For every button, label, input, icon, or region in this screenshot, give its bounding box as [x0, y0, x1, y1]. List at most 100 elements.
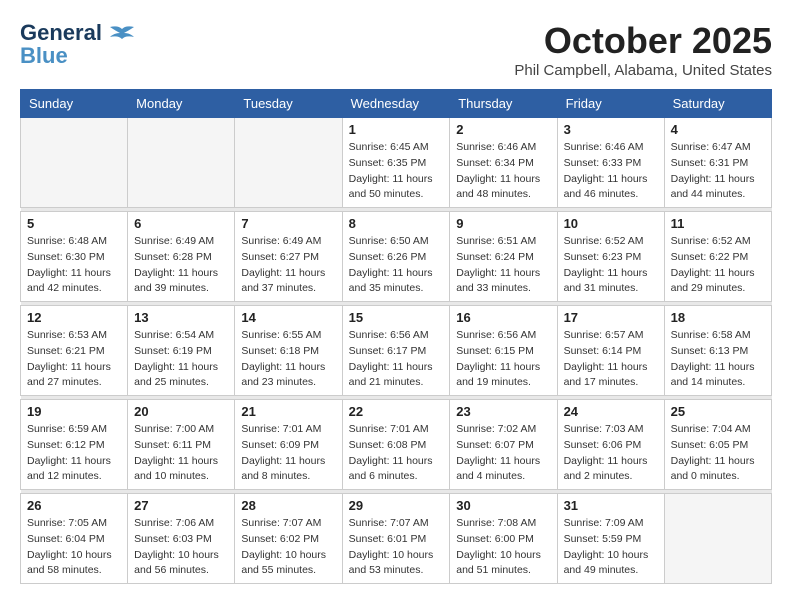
day-info: Sunrise: 7:09 AM Sunset: 5:59 PM Dayligh… — [564, 516, 658, 579]
calendar-cell: 27 Sunrise: 7:06 AM Sunset: 6:03 PM Dayli… — [128, 494, 235, 584]
day-info: Sunrise: 6:49 AM Sunset: 6:27 PM Dayligh… — [241, 234, 335, 297]
weekday-header-wednesday: Wednesday — [342, 90, 450, 118]
calendar-cell: 24 Sunrise: 7:03 AM Sunset: 6:06 PM Dayli… — [557, 400, 664, 490]
calendar-cell — [235, 118, 342, 208]
calendar-cell: 2 Sunrise: 6:46 AM Sunset: 6:34 PM Daylig… — [450, 118, 557, 208]
day-number: 6 — [134, 216, 228, 231]
day-number: 22 — [349, 404, 444, 419]
page-header: General Blue October 2025 Phil Campbell,… — [20, 20, 772, 79]
calendar-cell: 20 Sunrise: 7:00 AM Sunset: 6:11 PM Dayli… — [128, 400, 235, 490]
day-number: 17 — [564, 310, 658, 325]
calendar-cell: 22 Sunrise: 7:01 AM Sunset: 6:08 PM Dayli… — [342, 400, 450, 490]
calendar-cell: 12Sunrise: 6:53 AM Sunset: 6:21 PM Dayli… — [21, 306, 128, 396]
day-info: Sunrise: 6:46 AM Sunset: 6:34 PM Dayligh… — [456, 140, 550, 203]
day-number: 31 — [564, 498, 658, 513]
calendar-cell: 1 Sunrise: 6:45 AM Sunset: 6:35 PM Daylig… — [342, 118, 450, 208]
day-info: Sunrise: 7:06 AM Sunset: 6:03 PM Dayligh… — [134, 516, 228, 579]
day-number: 11 — [671, 216, 765, 231]
day-info: Sunrise: 6:56 AM Sunset: 6:17 PM Dayligh… — [349, 328, 444, 391]
weekday-header-thursday: Thursday — [450, 90, 557, 118]
day-info: Sunrise: 6:52 AM Sunset: 6:23 PM Dayligh… — [564, 234, 658, 297]
calendar-cell: 3Sunrise: 6:46 AM Sunset: 6:33 PM Daylig… — [557, 118, 664, 208]
day-info: Sunrise: 6:51 AM Sunset: 6:24 PM Dayligh… — [456, 234, 550, 297]
location-text: Phil Campbell, Alabama, United States — [514, 62, 772, 79]
day-info: Sunrise: 6:48 AM Sunset: 6:30 PM Dayligh… — [27, 234, 121, 297]
day-number: 25 — [671, 404, 765, 419]
day-info: Sunrise: 6:46 AM Sunset: 6:33 PM Dayligh… — [564, 140, 658, 203]
day-number: 10 — [564, 216, 658, 231]
calendar-cell: 21 Sunrise: 7:01 AM Sunset: 6:09 PM Dayli… — [235, 400, 342, 490]
calendar-cell: 23Sunrise: 7:02 AM Sunset: 6:07 PM Dayli… — [450, 400, 557, 490]
calendar-cell: 31 Sunrise: 7:09 AM Sunset: 5:59 PM Dayli… — [557, 494, 664, 584]
day-number: 20 — [134, 404, 228, 419]
calendar-cell: 26Sunrise: 7:05 AM Sunset: 6:04 PM Dayli… — [21, 494, 128, 584]
month-title: October 2025 — [514, 20, 772, 62]
calendar-cell: 6 Sunrise: 6:49 AM Sunset: 6:28 PM Daylig… — [128, 212, 235, 302]
day-info: Sunrise: 7:05 AM Sunset: 6:04 PM Dayligh… — [27, 516, 121, 579]
day-number: 27 — [134, 498, 228, 513]
week-row-4: 19Sunrise: 6:59 AM Sunset: 6:12 PM Dayli… — [21, 400, 772, 490]
day-number: 19 — [27, 404, 121, 419]
day-info: Sunrise: 6:58 AM Sunset: 6:13 PM Dayligh… — [671, 328, 765, 391]
day-number: 29 — [349, 498, 444, 513]
logo: General Blue — [20, 20, 136, 69]
calendar-cell: 4 Sunrise: 6:47 AM Sunset: 6:31 PM Daylig… — [664, 118, 771, 208]
day-info: Sunrise: 6:45 AM Sunset: 6:35 PM Dayligh… — [349, 140, 444, 203]
day-number: 4 — [671, 122, 765, 137]
day-info: Sunrise: 6:49 AM Sunset: 6:28 PM Dayligh… — [134, 234, 228, 297]
week-row-1: 1 Sunrise: 6:45 AM Sunset: 6:35 PM Daylig… — [21, 118, 772, 208]
logo-general: General — [20, 20, 102, 45]
day-info: Sunrise: 7:07 AM Sunset: 6:01 PM Dayligh… — [349, 516, 444, 579]
calendar-cell: 9Sunrise: 6:51 AM Sunset: 6:24 PM Daylig… — [450, 212, 557, 302]
week-row-5: 26Sunrise: 7:05 AM Sunset: 6:04 PM Dayli… — [21, 494, 772, 584]
day-number: 28 — [241, 498, 335, 513]
week-row-2: 5Sunrise: 6:48 AM Sunset: 6:30 PM Daylig… — [21, 212, 772, 302]
day-number: 21 — [241, 404, 335, 419]
day-number: 30 — [456, 498, 550, 513]
day-number: 2 — [456, 122, 550, 137]
day-number: 14 — [241, 310, 335, 325]
day-number: 16 — [456, 310, 550, 325]
day-info: Sunrise: 7:08 AM Sunset: 6:00 PM Dayligh… — [456, 516, 550, 579]
calendar-cell: 29 Sunrise: 7:07 AM Sunset: 6:01 PM Dayli… — [342, 494, 450, 584]
day-info: Sunrise: 6:56 AM Sunset: 6:15 PM Dayligh… — [456, 328, 550, 391]
day-info: Sunrise: 6:50 AM Sunset: 6:26 PM Dayligh… — [349, 234, 444, 297]
day-number: 13 — [134, 310, 228, 325]
day-info: Sunrise: 7:00 AM Sunset: 6:11 PM Dayligh… — [134, 422, 228, 485]
calendar-cell: 17Sunrise: 6:57 AM Sunset: 6:14 PM Dayli… — [557, 306, 664, 396]
calendar-cell — [664, 494, 771, 584]
weekday-header-row: SundayMondayTuesdayWednesdayThursdayFrid… — [21, 90, 772, 118]
day-number: 1 — [349, 122, 444, 137]
day-info: Sunrise: 6:47 AM Sunset: 6:31 PM Dayligh… — [671, 140, 765, 203]
weekday-header-tuesday: Tuesday — [235, 90, 342, 118]
day-info: Sunrise: 7:04 AM Sunset: 6:05 PM Dayligh… — [671, 422, 765, 485]
day-info: Sunrise: 7:01 AM Sunset: 6:08 PM Dayligh… — [349, 422, 444, 485]
day-info: Sunrise: 7:02 AM Sunset: 6:07 PM Dayligh… — [456, 422, 550, 485]
calendar-cell: 7Sunrise: 6:49 AM Sunset: 6:27 PM Daylig… — [235, 212, 342, 302]
calendar-cell: 13 Sunrise: 6:54 AM Sunset: 6:19 PM Dayli… — [128, 306, 235, 396]
weekday-header-saturday: Saturday — [664, 90, 771, 118]
day-info: Sunrise: 7:03 AM Sunset: 6:06 PM Dayligh… — [564, 422, 658, 485]
day-number: 8 — [349, 216, 444, 231]
calendar-cell: 25 Sunrise: 7:04 AM Sunset: 6:05 PM Dayli… — [664, 400, 771, 490]
calendar-cell — [21, 118, 128, 208]
calendar-cell: 5Sunrise: 6:48 AM Sunset: 6:30 PM Daylig… — [21, 212, 128, 302]
calendar-cell: 18 Sunrise: 6:58 AM Sunset: 6:13 PM Dayli… — [664, 306, 771, 396]
calendar-cell: 11Sunrise: 6:52 AM Sunset: 6:22 PM Dayli… — [664, 212, 771, 302]
week-row-3: 12Sunrise: 6:53 AM Sunset: 6:21 PM Dayli… — [21, 306, 772, 396]
day-info: Sunrise: 6:54 AM Sunset: 6:19 PM Dayligh… — [134, 328, 228, 391]
day-number: 24 — [564, 404, 658, 419]
calendar-cell: 15Sunrise: 6:56 AM Sunset: 6:17 PM Dayli… — [342, 306, 450, 396]
calendar-table: SundayMondayTuesdayWednesdayThursdayFrid… — [20, 89, 772, 584]
weekday-header-sunday: Sunday — [21, 90, 128, 118]
day-info: Sunrise: 6:53 AM Sunset: 6:21 PM Dayligh… — [27, 328, 121, 391]
logo-bird-icon — [108, 25, 136, 47]
day-info: Sunrise: 7:01 AM Sunset: 6:09 PM Dayligh… — [241, 422, 335, 485]
logo-blue: Blue — [20, 43, 68, 69]
calendar-cell: 19Sunrise: 6:59 AM Sunset: 6:12 PM Dayli… — [21, 400, 128, 490]
calendar-cell: 14 Sunrise: 6:55 AM Sunset: 6:18 PM Dayli… — [235, 306, 342, 396]
calendar-cell: 16 Sunrise: 6:56 AM Sunset: 6:15 PM Dayli… — [450, 306, 557, 396]
day-number: 18 — [671, 310, 765, 325]
weekday-header-monday: Monday — [128, 90, 235, 118]
day-info: Sunrise: 6:55 AM Sunset: 6:18 PM Dayligh… — [241, 328, 335, 391]
